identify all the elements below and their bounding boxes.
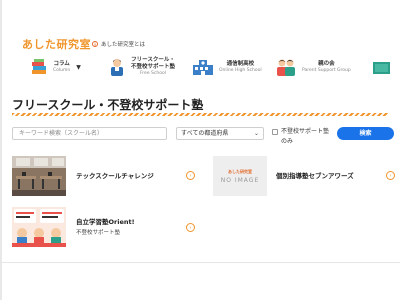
nav-label-online-high-school: 通信制高校 <box>226 60 255 67</box>
search-button[interactable]: 検索 <box>337 127 394 140</box>
arrow-right-icon[interactable]: › <box>186 223 195 232</box>
school-name[interactable]: テックスクールチャレンジ <box>76 170 154 180</box>
school-photo[interactable] <box>12 156 66 196</box>
nav-item-parent-support[interactable]: 親の会 Parent Support Group <box>275 52 351 82</box>
prefecture-select-value: すべての都道府県 <box>181 130 229 137</box>
info-icon: i <box>92 41 98 47</box>
chevron-down-icon: ⌄ <box>253 130 259 137</box>
prefecture-select[interactable]: すべての都道府県 ⌄ <box>176 127 264 140</box>
books-icon <box>30 57 48 77</box>
main-nav: コラム Column ▼ フリースクール・ 不登校サポート塾 Free Scho… <box>0 52 400 82</box>
title-divider <box>12 113 388 116</box>
nav-label-parent-support: 親の会 <box>318 60 335 67</box>
nav-label-column: コラム <box>53 60 70 67</box>
student-icon <box>108 57 126 77</box>
placeholder-brand: あした研究室 <box>228 168 252 174</box>
arrow-right-icon[interactable]: › <box>386 171 395 180</box>
nav-label-free-school: フリースクール・ <box>131 57 175 63</box>
page-title: フリースクール・不登校サポート塾 <box>12 98 204 112</box>
keyword-search-input[interactable] <box>12 127 167 140</box>
school-name[interactable]: 自立学習塾Orient! <box>76 216 135 226</box>
site-logo[interactable]: あした研究室 <box>22 36 91 52</box>
nav-item-more[interactable] <box>372 52 395 82</box>
chalkboard-icon <box>372 57 390 77</box>
school-flyer-image[interactable] <box>12 207 66 247</box>
about-link[interactable]: i あした研究室とは <box>92 40 145 48</box>
nav-sub-free-school: Free School <box>140 71 166 76</box>
school-building-icon <box>192 57 214 77</box>
footer-divider <box>0 262 400 263</box>
nav-item-online-high-school[interactable]: 通信制高校 Online High School <box>192 52 262 82</box>
no-image-text: NO IMAGE <box>220 176 260 184</box>
support-only-label: 不登校サポート塾のみ <box>281 128 330 145</box>
support-only-checkbox[interactable] <box>272 129 278 135</box>
about-label: あした研究室とは <box>101 42 146 48</box>
school-category-tag: 不登校サポート塾 <box>76 230 121 236</box>
no-image-placeholder[interactable]: あした研究室 NO IMAGE <box>213 156 267 196</box>
nav-sub-parent-support: Parent Support Group <box>302 67 351 73</box>
nav-label-free-school-2: 不登校サポート塾 <box>131 64 176 70</box>
school-name[interactable]: 個別指導塾セブンアワーズ <box>276 170 354 180</box>
nav-item-column[interactable]: コラム Column ▼ <box>30 52 81 82</box>
caret-down-icon: ▼ <box>76 63 81 71</box>
nav-sub-online-high-school: Online High School <box>219 67 262 73</box>
parents-icon <box>275 57 297 77</box>
page-frame: あした研究室 i あした研究室とは コラム Column ▼ フリースクール・ … <box>0 0 400 300</box>
arrow-right-icon[interactable]: › <box>186 171 195 180</box>
nav-item-free-school[interactable]: フリースクール・ 不登校サポート塾 Free School <box>108 52 175 82</box>
left-edge <box>0 0 2 300</box>
nav-sub-column: Column <box>53 67 71 73</box>
